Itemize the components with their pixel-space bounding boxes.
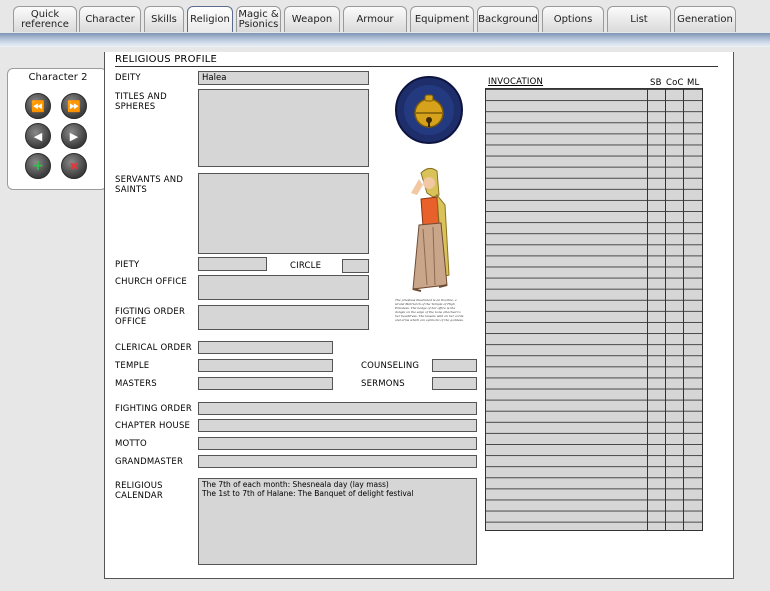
tab-skills[interactable]: Skills	[144, 6, 184, 32]
calendar-field[interactable]: The 7th of each month: Shesneala day (la…	[198, 478, 477, 565]
calendar-label: RELIGIOUS CALENDAR	[115, 481, 163, 501]
next-icon: ▶	[69, 129, 79, 143]
servants-label: SERVANTS AND SAINTS	[115, 175, 184, 195]
temple-field[interactable]	[198, 359, 333, 372]
church-office-label: CHURCH OFFICE	[115, 277, 187, 287]
character-name: Character 2	[28, 72, 88, 83]
masters-label: MASTERS	[115, 379, 157, 389]
tab-magic-psionics[interactable]: Magic & Psionics	[236, 6, 281, 32]
tab-label: Quick reference	[21, 8, 69, 30]
tab-religion[interactable]: Religion	[187, 6, 233, 32]
previous-character-button[interactable]: ◀	[25, 123, 51, 149]
tab-label: Equipment	[414, 13, 470, 25]
circle-label: CIRCLE	[290, 261, 322, 271]
deity-symbol-icon	[395, 76, 463, 144]
add-character-button[interactable]: +	[25, 153, 51, 179]
tab-background[interactable]: Background	[477, 6, 539, 32]
close-icon: ✖	[69, 159, 79, 173]
fast-forward-icon: ⏩	[67, 99, 81, 113]
next-character-button[interactable]: ▶	[61, 123, 87, 149]
motto-field[interactable]	[198, 437, 477, 450]
titles-label: TITLES AND SPHERES	[115, 92, 167, 112]
tab-quick-reference[interactable]: Quick reference	[13, 6, 77, 32]
sermons-label: SERMONS	[361, 379, 405, 389]
chapter-house-field[interactable]	[198, 419, 477, 432]
tab-label: Armour	[356, 13, 394, 25]
tab-label: Character	[85, 13, 135, 25]
column-divider	[665, 88, 666, 531]
invocation-table[interactable]	[485, 88, 703, 531]
motto-label: MOTTO	[115, 439, 147, 449]
grandmaster-label: GRANDMASTER	[115, 457, 184, 467]
fighting-order-office-label: FIGTING ORDER OFFICE	[115, 307, 186, 327]
masters-field[interactable]	[198, 377, 333, 390]
invocation-header: INVOCATION	[488, 77, 544, 87]
tab-label: Generation	[677, 13, 733, 25]
piety-field[interactable]	[198, 257, 267, 271]
tab-label: Skills	[151, 13, 177, 25]
header-band	[0, 33, 770, 47]
first-character-button[interactable]: ⏪	[25, 93, 51, 119]
previous-icon: ◀	[33, 129, 43, 143]
deity-label: DEITY	[115, 73, 141, 83]
clerical-order-label: CLERICAL ORDER	[115, 343, 192, 353]
sb-header: SB	[650, 78, 662, 88]
piety-label: PIETY	[115, 260, 140, 270]
temple-label: TEMPLE	[115, 361, 150, 371]
fighting-order-field[interactable]	[198, 402, 477, 415]
tab-character[interactable]: Character	[79, 6, 141, 32]
calendar-line: The 1st to 7th of Halane: The Banquet of…	[202, 489, 414, 498]
religion-sheet: RELIGIOUS PROFILE DEITY Halea TITLES AND…	[104, 52, 734, 579]
grandmaster-field[interactable]	[198, 455, 477, 468]
rewind-icon: ⏪	[31, 99, 45, 113]
titles-field[interactable]	[198, 89, 369, 167]
church-office-field[interactable]	[198, 275, 369, 300]
clerical-order-field[interactable]	[198, 341, 333, 354]
deity-field[interactable]: Halea	[198, 71, 369, 85]
coc-header: CoC	[666, 78, 684, 88]
tab-options[interactable]: Options	[542, 6, 604, 32]
tab-label: Background	[478, 13, 538, 25]
calendar-line: The 7th of each month: Shesneala day (la…	[202, 480, 389, 489]
column-divider	[683, 88, 684, 531]
circle-field[interactable]	[342, 259, 369, 273]
character-panel: Character 2 ⏪ ⏩ ◀ ▶ + ✖	[7, 68, 107, 190]
tab-label: Options	[553, 13, 593, 25]
illustration-caption: The priestess illustrated is an Ilvarine…	[395, 298, 464, 322]
plus-icon: +	[32, 158, 44, 174]
chapter-house-label: CHAPTER HOUSE	[115, 421, 191, 431]
counseling-field[interactable]	[432, 359, 477, 372]
delete-character-button[interactable]: ✖	[61, 153, 87, 179]
title-divider	[115, 66, 718, 67]
column-divider	[647, 88, 648, 531]
tab-label: List	[630, 13, 648, 25]
tab-label: Magic & Psionics	[238, 8, 279, 30]
tab-armour[interactable]: Armour	[343, 6, 407, 32]
tab-list[interactable]: List	[607, 6, 671, 32]
fighting-order-office-field[interactable]	[198, 305, 369, 330]
tab-equipment[interactable]: Equipment	[410, 6, 474, 32]
tab-bar: Quick reference Character Skills Religio…	[0, 0, 770, 36]
page-title: RELIGIOUS PROFILE	[115, 54, 218, 65]
priestess-illustration	[411, 167, 450, 292]
tab-generation[interactable]: Generation	[674, 6, 736, 32]
fighting-order-label: FIGHTING ORDER	[115, 404, 192, 414]
sermons-field[interactable]	[432, 377, 477, 390]
tab-label: Weapon	[291, 13, 333, 25]
ml-header: ML	[687, 78, 700, 88]
counseling-label: COUNSELING	[361, 361, 420, 371]
servants-field[interactable]	[198, 173, 369, 254]
tab-weapon[interactable]: Weapon	[284, 6, 340, 32]
tab-label: Religion	[190, 13, 230, 25]
last-character-button[interactable]: ⏩	[61, 93, 87, 119]
